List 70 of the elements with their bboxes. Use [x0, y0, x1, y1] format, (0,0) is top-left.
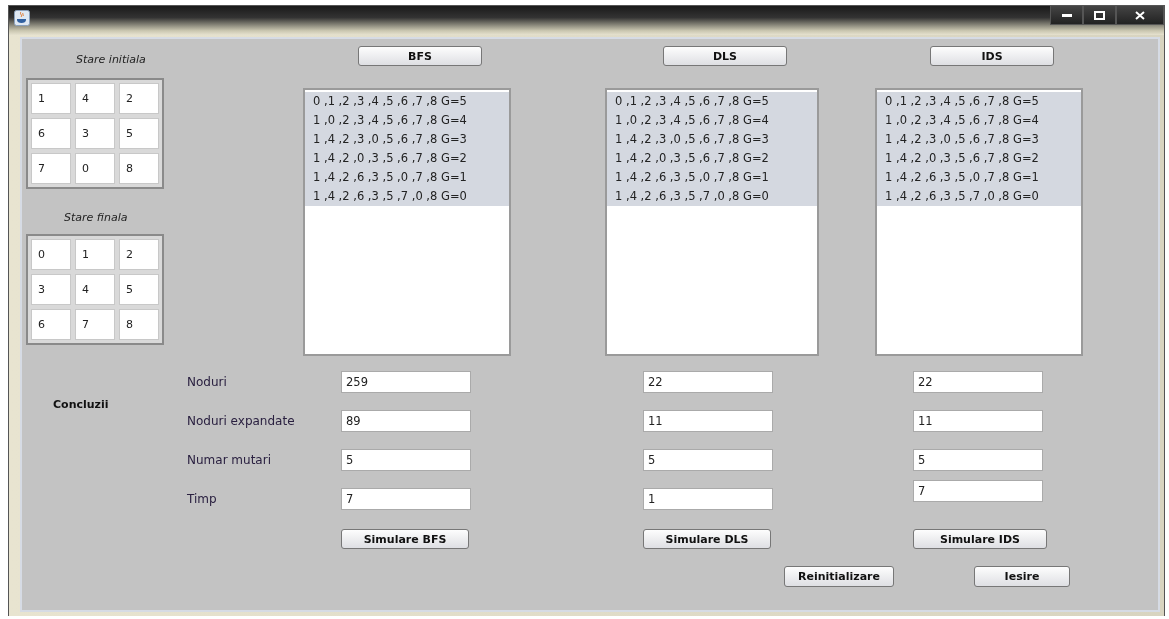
field-label: Noduri expandate	[187, 414, 296, 428]
state-label: Stare initiala	[76, 53, 146, 66]
cup-icon	[14, 10, 30, 26]
input-field[interactable]: 259	[341, 371, 471, 393]
input-field[interactable]: 89	[341, 410, 471, 432]
algorithm-button[interactable]: IDS	[930, 46, 1054, 66]
puzzle-tile[interactable]: 7	[31, 153, 71, 184]
list-item[interactable]: 1 ,0 ,2 ,3 ,4 ,5 ,6 ,7 ,8 G=4	[305, 111, 509, 130]
puzzle-tile[interactable]: 8	[119, 309, 159, 340]
algorithm-button[interactable]: DLS	[663, 46, 787, 66]
puzzle-tile[interactable]: 5	[119, 274, 159, 305]
puzzle-tile[interactable]: 3	[75, 118, 115, 149]
puzzle-tile[interactable]: 6	[31, 309, 71, 340]
simulate-button[interactable]: Simulare IDS	[913, 529, 1047, 549]
puzzle-tile[interactable]: 5	[119, 118, 159, 149]
list-item[interactable]: 1 ,4 ,2 ,6 ,3 ,5 ,7 ,0 ,8 G=0	[607, 187, 817, 206]
list-item[interactable]: 0 ,1 ,2 ,3 ,4 ,5 ,6 ,7 ,8 G=5	[877, 92, 1081, 111]
list-item[interactable]: 1 ,4 ,2 ,6 ,3 ,5 ,0 ,7 ,8 G=1	[607, 168, 817, 187]
list-item[interactable]: 1 ,4 ,2 ,6 ,3 ,5 ,7 ,0 ,8 G=0	[877, 187, 1081, 206]
input-field[interactable]: 11	[643, 410, 773, 432]
minimize-icon	[1061, 13, 1072, 17]
puzzle-tile[interactable]: 3	[31, 274, 71, 305]
input-field[interactable]: 5	[643, 449, 773, 471]
puzzle-tile[interactable]: 0	[75, 153, 115, 184]
close-button[interactable]	[1116, 6, 1164, 25]
list-item[interactable]: 1 ,4 ,2 ,6 ,3 ,5 ,0 ,7 ,8 G=1	[877, 168, 1081, 187]
puzzle-tile[interactable]: 7	[75, 309, 115, 340]
input-field[interactable]: 22	[913, 371, 1043, 393]
puzzle-tile[interactable]: 2	[119, 239, 159, 270]
simulate-button[interactable]: Simulare BFS	[341, 529, 469, 549]
maximize-icon	[1094, 10, 1105, 20]
puzzle-tile[interactable]: 2	[119, 83, 159, 114]
puzzle-tile[interactable]: 1	[31, 83, 71, 114]
reset-button[interactable]: Reinitializare	[784, 566, 894, 587]
list-item[interactable]: 1 ,0 ,2 ,3 ,4 ,5 ,6 ,7 ,8 G=4	[607, 111, 817, 130]
input-field[interactable]: 7	[913, 480, 1043, 502]
simulate-button[interactable]: Simulare DLS	[643, 529, 771, 549]
input-field[interactable]: 22	[643, 371, 773, 393]
input-field[interactable]: 7	[341, 488, 471, 510]
list-item[interactable]: 1 ,4 ,2 ,3 ,0 ,5 ,6 ,7 ,8 G=3	[607, 130, 817, 149]
list-item[interactable]: 1 ,4 ,2 ,3 ,0 ,5 ,6 ,7 ,8 G=3	[877, 130, 1081, 149]
list-item[interactable]: 1 ,4 ,2 ,6 ,3 ,5 ,7 ,0 ,8 G=0	[305, 187, 509, 206]
input-field[interactable]: 1	[643, 488, 773, 510]
input-field[interactable]: 5	[341, 449, 471, 471]
state-label: Stare finala	[64, 211, 128, 224]
list-item[interactable]: 1 ,4 ,2 ,6 ,3 ,5 ,0 ,7 ,8 G=1	[305, 168, 509, 187]
list-item[interactable]: 1 ,0 ,2 ,3 ,4 ,5 ,6 ,7 ,8 G=4	[877, 111, 1081, 130]
input-field[interactable]: 11	[913, 410, 1043, 432]
list-item[interactable]: 1 ,4 ,2 ,0 ,3 ,5 ,6 ,7 ,8 G=2	[877, 149, 1081, 168]
minimize-button[interactable]	[1050, 6, 1083, 25]
list-item[interactable]: 1 ,4 ,2 ,0 ,3 ,5 ,6 ,7 ,8 G=2	[305, 149, 509, 168]
puzzle-tile[interactable]: 6	[31, 118, 71, 149]
section-label: Concluzii	[53, 398, 110, 411]
field-label: Noduri	[187, 375, 228, 389]
puzzle-tile[interactable]: 0	[31, 239, 71, 270]
puzzle-tile[interactable]: 4	[75, 83, 115, 114]
list-item[interactable]: 1 ,4 ,2 ,3 ,0 ,5 ,6 ,7 ,8 G=3	[305, 130, 509, 149]
field-label: Timp	[187, 492, 218, 506]
exit-button[interactable]: Iesire	[974, 566, 1070, 587]
field-label: Numar mutari	[187, 453, 272, 467]
algorithm-button[interactable]: BFS	[358, 46, 482, 66]
close-icon	[1135, 10, 1145, 20]
puzzle-tile[interactable]: 1	[75, 239, 115, 270]
list-item[interactable]: 0 ,1 ,2 ,3 ,4 ,5 ,6 ,7 ,8 G=5	[607, 92, 817, 111]
input-field[interactable]: 5	[913, 449, 1043, 471]
list-item[interactable]: 0 ,1 ,2 ,3 ,4 ,5 ,6 ,7 ,8 G=5	[305, 92, 509, 111]
puzzle-tile[interactable]: 4	[75, 274, 115, 305]
puzzle-tile[interactable]: 8	[119, 153, 159, 184]
maximize-button[interactable]	[1083, 6, 1116, 25]
list-item[interactable]: 1 ,4 ,2 ,0 ,3 ,5 ,6 ,7 ,8 G=2	[607, 149, 817, 168]
